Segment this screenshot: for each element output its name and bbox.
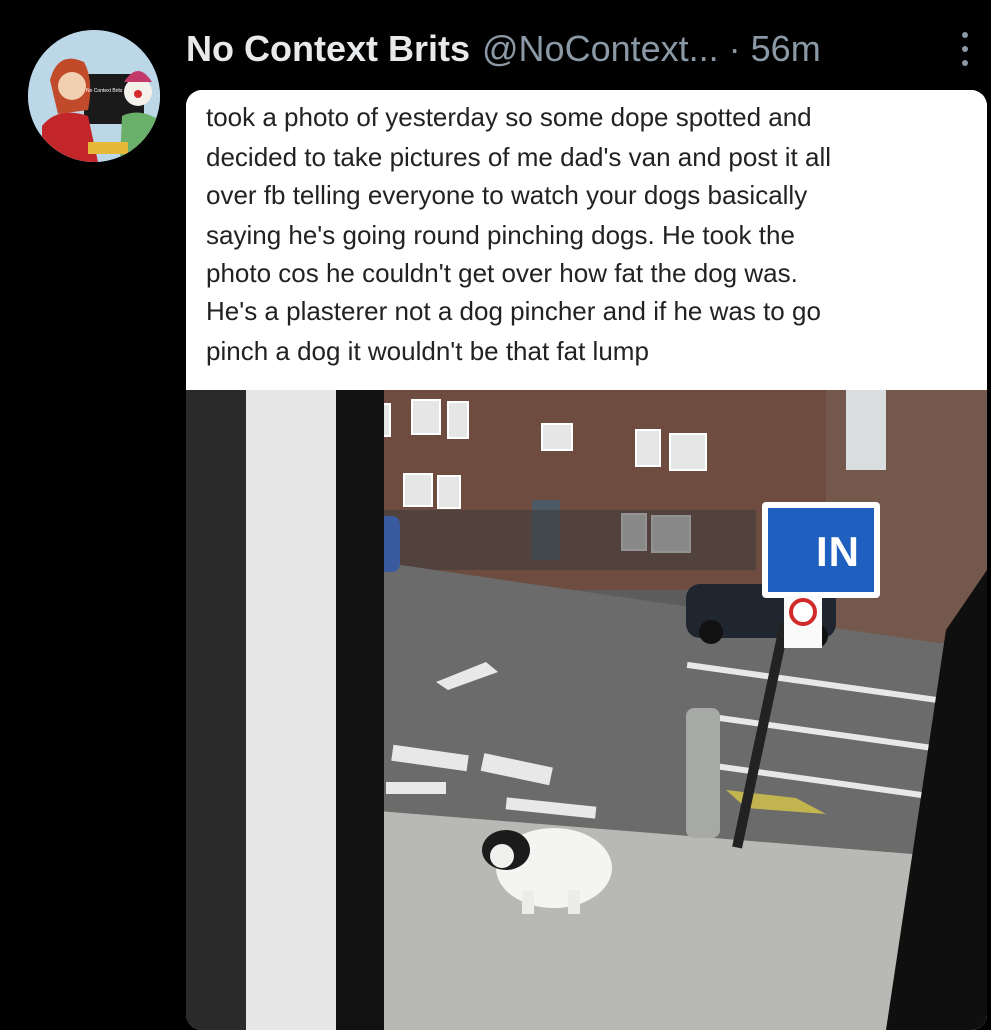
more-dot — [962, 46, 968, 52]
tweet-header: No Context Brits @NoContext... · 56m — [186, 26, 821, 72]
caption-line: over fb telling everyone to watch your d… — [206, 180, 808, 210]
sign-text: IN — [816, 528, 860, 575]
photo — [186, 390, 987, 1030]
caption-line: saying he's going round pinching dogs. H… — [206, 220, 795, 250]
more-vertical-icon[interactable] — [958, 32, 972, 66]
author-handle[interactable]: @NoContext... — [482, 28, 719, 70]
more-dot — [962, 32, 968, 38]
avatar[interactable]: No Context Brits — [28, 30, 160, 162]
bollard — [686, 708, 720, 838]
parking-photo — [186, 390, 987, 1030]
tweet-media[interactable]: took a photo of yesterday so some dope s… — [186, 90, 987, 1030]
image-caption-box: took a photo of yesterday so some dope s… — [186, 90, 987, 390]
caption-line: pinch a dog it wouldn't be that fat lump — [206, 336, 649, 366]
avatar-image — [28, 30, 160, 162]
author-name[interactable]: No Context Brits — [186, 28, 470, 70]
tweet-timestamp[interactable]: 56m — [751, 28, 821, 70]
caption-line: He's a plasterer not a dog pincher and i… — [206, 296, 821, 326]
caption-line: photo cos he couldn't get over how fat t… — [206, 258, 798, 288]
more-dot — [962, 60, 968, 66]
avatar-caption: No Context Brits — [86, 88, 123, 94]
header-separator: · — [728, 28, 741, 69]
caption-line: decided to take pictures of me dad's van… — [206, 142, 832, 172]
caption-line: took a photo of yesterday so some dope s… — [206, 102, 812, 132]
